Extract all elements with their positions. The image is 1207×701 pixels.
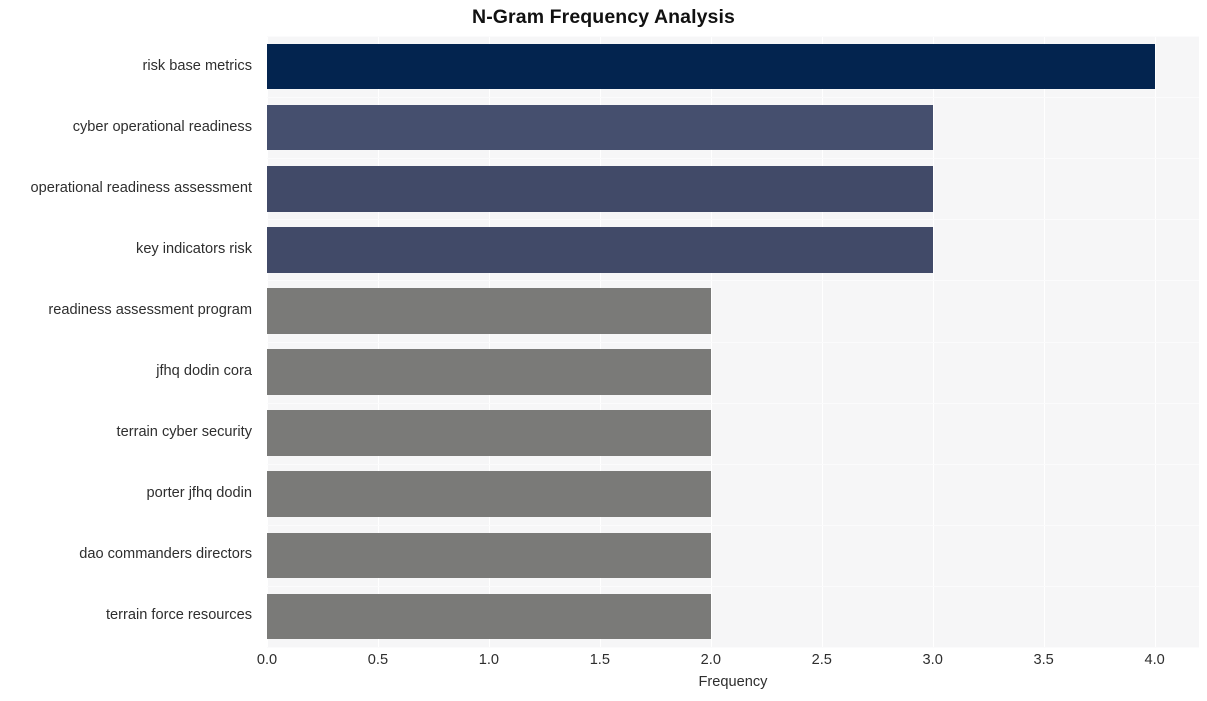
x-axis-tick-label: 4.0: [1144, 652, 1165, 668]
bar[interactable]: [267, 471, 711, 517]
bar[interactable]: [267, 227, 933, 273]
x-axis-tick-label: 2.0: [700, 652, 721, 668]
x-axis-tick-label: 3.5: [1033, 652, 1054, 668]
bars-layer: [267, 36, 1199, 647]
y-axis-tick-label: dao commanders directors: [79, 546, 252, 563]
x-axis-ticks: 0.0 0.5 1.0 1.5 2.0 2.5 3.0 3.5 4.0: [257, 652, 1199, 672]
x-axis-tick-label: 0.0: [256, 652, 278, 668]
x-axis-tick-label: 1.5: [589, 652, 610, 668]
bar[interactable]: [267, 410, 711, 456]
gridline-horizontal: [267, 647, 1199, 648]
bar[interactable]: [267, 532, 711, 579]
bar[interactable]: [267, 104, 933, 151]
y-axis-labels: risk base metrics cyber operational readi…: [0, 36, 262, 647]
y-axis-tick-label: readiness assessment program: [48, 301, 252, 318]
bar[interactable]: [267, 43, 1155, 90]
y-axis-tick-label: risk base metrics: [142, 57, 252, 74]
y-axis-tick-label: terrain cyber security: [116, 424, 252, 441]
bar[interactable]: [267, 288, 711, 334]
x-axis-tick-label: 1.0: [478, 652, 500, 668]
plot-area: [267, 36, 1199, 648]
y-axis-tick-label: terrain force resources: [106, 607, 252, 624]
x-axis-tick-label: 3.0: [922, 652, 943, 668]
y-axis-tick-label: porter jfhq dodin: [146, 485, 252, 502]
bar[interactable]: [267, 165, 933, 212]
y-axis-tick-label: cyber operational readiness: [72, 118, 252, 135]
y-axis-tick-label: jfhq dodin cora: [156, 363, 252, 380]
chart-title: N-Gram Frequency Analysis: [472, 6, 735, 28]
y-axis-tick-label: operational readiness assessment: [30, 179, 252, 196]
x-axis-tick-label: 0.5: [367, 652, 389, 668]
bar[interactable]: [267, 349, 711, 395]
x-axis-tick-label: 2.5: [811, 652, 832, 668]
y-axis-tick-label: key indicators risk: [136, 240, 252, 257]
x-axis-title: Frequency: [698, 674, 768, 690]
chart-figure: N-Gram Frequency Analysis risk base metr…: [0, 0, 1207, 701]
bar[interactable]: [267, 593, 711, 640]
